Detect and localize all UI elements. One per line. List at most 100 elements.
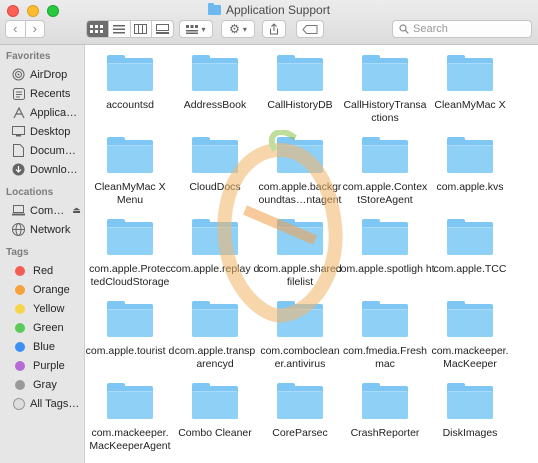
gallery-view-button[interactable] — [151, 21, 173, 37]
gray-tag-dot — [15, 379, 25, 390]
folder-icon — [192, 301, 238, 337]
sidebar-item-label: Docum… — [30, 144, 76, 157]
folder-icon — [447, 301, 493, 337]
sidebar-item-documents[interactable]: Docum… — [0, 141, 84, 160]
sidebar-tag-yellow[interactable]: Yellow — [0, 299, 84, 318]
computer-icon — [12, 204, 25, 217]
folder-item[interactable]: DiskImages — [428, 381, 528, 459]
grid-icon — [90, 24, 104, 33]
share-button[interactable] — [262, 20, 286, 38]
folder-icon — [277, 219, 323, 255]
folder-item[interactable]: CleanMyMac X — [428, 53, 528, 131]
folder-icon — [107, 137, 153, 173]
sidebar-tag-red[interactable]: Red — [0, 261, 84, 280]
sidebar-item-label: AirDrop — [30, 68, 68, 81]
folder-icon — [107, 219, 153, 255]
tags-button[interactable] — [296, 20, 324, 38]
sidebar-item-computer[interactable]: Com… ⏏ — [0, 201, 84, 220]
list-icon — [113, 24, 126, 33]
folder-icon — [447, 137, 493, 173]
desktop-icon — [12, 125, 25, 138]
sidebar-tag-blue[interactable]: Blue — [0, 337, 84, 356]
column-view-button[interactable] — [129, 21, 152, 37]
folder-icon — [447, 219, 493, 255]
back-button[interactable]: ‹ — [6, 21, 25, 37]
folder-item[interactable]: com.apple.TCC — [428, 217, 528, 295]
folder-icon — [277, 55, 323, 91]
sidebar-item-label: Blue — [33, 340, 56, 353]
recents-icon — [12, 87, 25, 100]
sidebar: Favorites AirDrop Recents Applica… Deskt… — [0, 45, 85, 463]
share-icon — [270, 23, 278, 35]
favorites-header: Favorites — [6, 51, 51, 62]
sidebar-tag-orange[interactable]: Orange — [0, 280, 84, 299]
folder-icon — [107, 55, 153, 91]
purple-tag-dot — [15, 360, 25, 371]
gallery-icon — [156, 24, 170, 34]
sidebar-item-label: Downlo… — [30, 163, 78, 176]
sidebar-item-label: Purple — [33, 359, 65, 372]
folder-icon — [192, 55, 238, 91]
folder-icon — [107, 383, 153, 419]
network-icon — [12, 223, 25, 236]
sidebar-item-label: Red — [33, 264, 54, 277]
gear-icon: ⚙ — [229, 22, 240, 36]
tags-header: Tags — [6, 247, 29, 258]
sidebar-item-network[interactable]: Network — [0, 220, 84, 239]
search-icon — [399, 24, 409, 34]
folder-item[interactable]: com.mackeeper. MacKeeper — [428, 299, 528, 377]
folder-icon — [447, 55, 493, 91]
folder-label: DiskImages — [442, 427, 498, 439]
sidebar-item-label: Gray — [33, 378, 57, 391]
red-tag-dot — [15, 265, 25, 276]
folder-item[interactable]: com.apple.kvs — [428, 135, 528, 213]
chevron-down-icon: ▾ — [242, 24, 247, 34]
sidebar-item-downloads[interactable]: Downlo… — [0, 160, 84, 179]
sidebar-item-label: Orange — [33, 283, 70, 296]
folder-icon — [362, 55, 408, 91]
documents-icon — [12, 144, 25, 157]
sidebar-item-desktop[interactable]: Desktop — [0, 122, 84, 141]
forward-button[interactable]: › — [24, 21, 45, 37]
yellow-tag-dot — [15, 303, 25, 314]
nav-buttons: ‹ › — [5, 20, 45, 38]
sidebar-item-label: All Tags… — [30, 397, 80, 410]
sidebar-item-label: Applica… — [30, 106, 78, 119]
icon-view-button[interactable] — [87, 21, 108, 37]
sidebar-item-airdrop[interactable]: AirDrop — [0, 65, 84, 84]
all-tags-icon — [12, 397, 25, 410]
orange-tag-dot — [15, 284, 25, 295]
folder-label: com.apple.kvs — [436, 181, 504, 193]
folder-icon — [277, 301, 323, 337]
folder-label: CleanMyMac X — [434, 99, 506, 111]
folder-icon — [362, 219, 408, 255]
list-view-button[interactable] — [107, 21, 130, 37]
folder-icon — [192, 137, 238, 173]
sidebar-all-tags[interactable]: All Tags… — [0, 394, 84, 413]
sidebar-item-recents[interactable]: Recents — [0, 84, 84, 103]
sidebar-tag-gray[interactable]: Gray — [0, 375, 84, 394]
sidebar-item-label: Com… — [30, 204, 65, 217]
sidebar-tag-purple[interactable]: Purple — [0, 356, 84, 375]
applications-icon — [12, 106, 25, 119]
airdrop-icon — [12, 68, 25, 81]
sidebar-item-applications[interactable]: Applica… — [0, 103, 84, 122]
action-menu-button[interactable]: ⚙ ▾ — [221, 20, 255, 38]
group-by-button[interactable]: ▾ — [179, 20, 213, 38]
folder-icon — [362, 383, 408, 419]
folder-icon — [107, 301, 153, 337]
sidebar-tag-green[interactable]: Green — [0, 318, 84, 337]
chevron-down-icon: ▾ — [201, 24, 206, 34]
folder-icon — [192, 383, 238, 419]
folder-icon — [362, 301, 408, 337]
sidebar-item-label: Network — [30, 223, 71, 236]
downloads-icon — [12, 163, 25, 176]
folder-label: com.apple.TCC — [433, 263, 507, 275]
columns-icon — [134, 24, 148, 34]
folder-icon — [362, 137, 408, 173]
sidebar-item-label: Desktop — [30, 125, 71, 138]
locations-header: Locations — [6, 187, 54, 198]
search-field[interactable]: Search — [392, 20, 532, 38]
sidebar-item-label: Recents — [30, 87, 71, 100]
tag-icon — [302, 24, 318, 34]
